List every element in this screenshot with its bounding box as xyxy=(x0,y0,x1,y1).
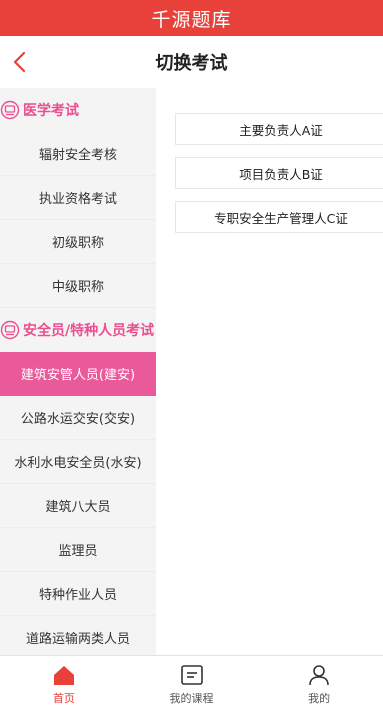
category-badge-icon xyxy=(0,100,20,120)
course-icon xyxy=(180,664,204,686)
tab-my-courses[interactable]: 我的课程 xyxy=(128,656,256,705)
app-title-bar: 千源题库 xyxy=(0,0,383,36)
exam-option[interactable]: 专职安全生产管理人C证 xyxy=(175,201,383,233)
sidebar-item[interactable]: 道路运输两类人员 xyxy=(0,616,156,655)
bottom-tab-bar: 首页 我的课程 我的 xyxy=(0,655,383,705)
home-icon xyxy=(52,664,76,686)
exam-option[interactable]: 主要负责人A证 xyxy=(175,113,383,145)
tab-label: 首页 xyxy=(52,692,75,705)
sidebar-item[interactable]: 初级职称 xyxy=(0,220,156,264)
sidebar-category-label: 医学考试 xyxy=(23,103,79,119)
sidebar-item[interactable]: 辐射安全考核 xyxy=(0,132,156,176)
sidebar-item[interactable]: 水利水电安全员(水安) xyxy=(0,440,156,484)
tab-label: 我的课程 xyxy=(169,692,214,705)
page-header: 切换考试 xyxy=(0,36,383,88)
tab-home[interactable]: 首页 xyxy=(0,656,128,705)
sidebar-item[interactable]: 特种作业人员 xyxy=(0,572,156,616)
sidebar-item[interactable]: 公路水运交安(交安) xyxy=(0,396,156,440)
tab-profile[interactable]: 我的 xyxy=(255,656,383,705)
page-title: 切换考试 xyxy=(155,53,228,74)
exam-option[interactable]: 项目负责人B证 xyxy=(175,157,383,189)
sidebar-item[interactable]: 建筑八大员 xyxy=(0,484,156,528)
exam-category-sidebar[interactable]: 医学考试 辐射安全考核 执业资格考试 初级职称 中级职称 安全员/特种人员考试 … xyxy=(0,88,156,655)
category-badge-icon xyxy=(0,320,20,340)
user-icon xyxy=(307,664,331,686)
exam-options-panel: 主要负责人A证 项目负责人B证 专职安全生产管理人C证 xyxy=(156,88,383,655)
sidebar-category-label: 安全员/特种人员考试 xyxy=(23,323,155,339)
sidebar-item-active[interactable]: 建筑安管人员(建安) xyxy=(0,352,156,396)
chevron-left-icon xyxy=(13,51,26,73)
sidebar-item[interactable]: 中级职称 xyxy=(0,264,156,308)
sidebar-item[interactable]: 执业资格考试 xyxy=(0,176,156,220)
sidebar-category-medical: 医学考试 xyxy=(0,88,156,132)
tab-label: 我的 xyxy=(308,692,331,705)
back-button[interactable] xyxy=(6,48,34,76)
sidebar-item[interactable]: 监理员 xyxy=(0,528,156,572)
app-title: 千源题库 xyxy=(151,8,232,31)
sidebar-category-safety: 安全员/特种人员考试 xyxy=(0,308,156,352)
